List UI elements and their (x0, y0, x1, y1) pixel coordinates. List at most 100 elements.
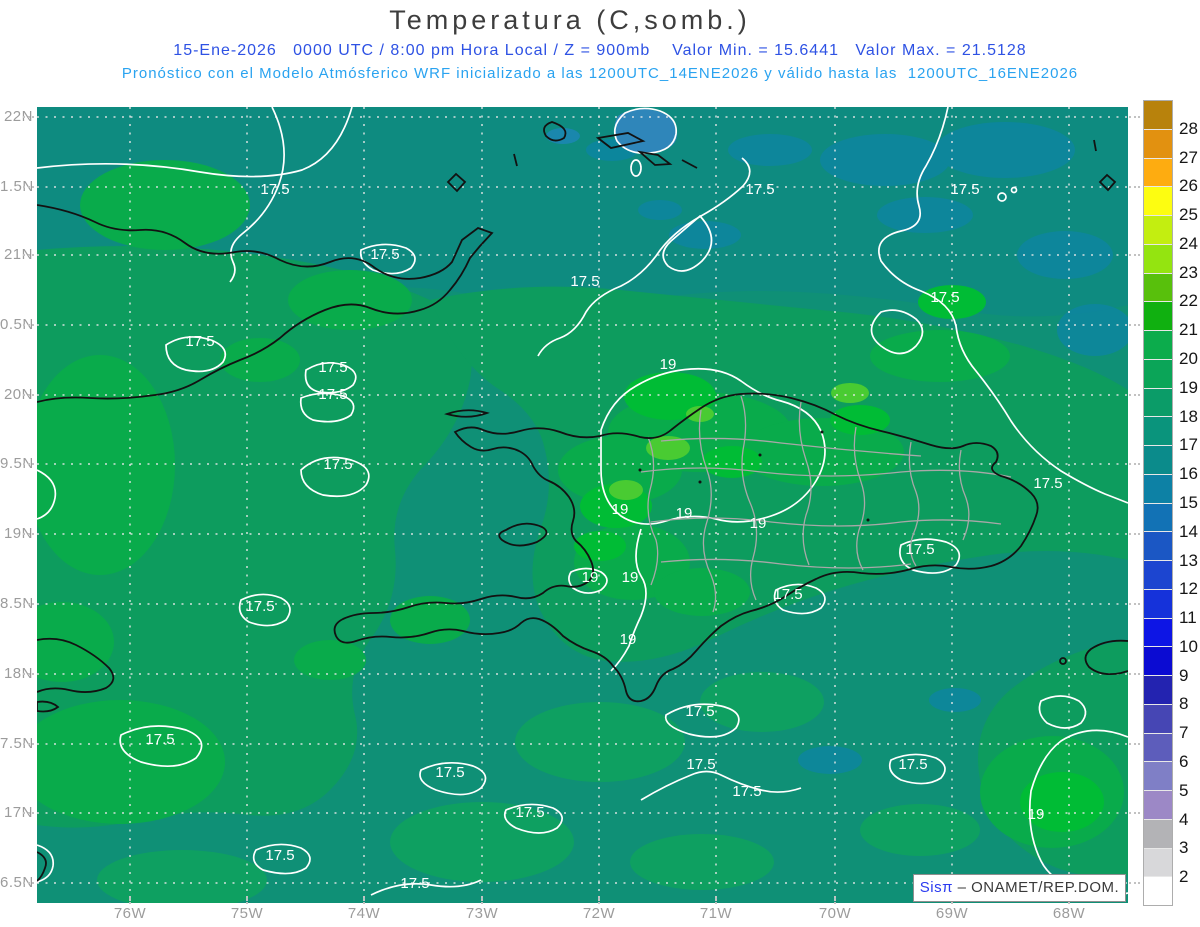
contour-value-label: 17.5 (242, 598, 278, 615)
colorbar-tick-label: 12 (1179, 579, 1198, 599)
contour-value-label: 17.5 (142, 731, 178, 748)
lon-tick-label: 73W (460, 905, 504, 922)
contour-value-label: 17.5 (1030, 475, 1066, 492)
colorbar-segment (1144, 590, 1172, 619)
contour-value-label: 17.5 (432, 764, 468, 781)
colorbar-tick-label: 23 (1179, 263, 1198, 283)
contour-value-label: 17.5 (682, 703, 718, 720)
lon-tick-label: 69W (930, 905, 974, 922)
colorbar-tick-label: 13 (1179, 551, 1198, 571)
colorbar-tick-label: 26 (1179, 176, 1198, 196)
colorbar-segment (1144, 417, 1172, 446)
lat-tick-mark (1129, 743, 1140, 745)
colorbar-segment (1144, 647, 1172, 676)
lat-tick-mark (23, 186, 34, 188)
lon-tick-mark (363, 896, 365, 904)
contour-value-label: 17.5 (182, 333, 218, 350)
lat-tick-mark (1129, 812, 1140, 814)
colorbar-tick-label: 25 (1179, 205, 1198, 225)
colorbar-tick-label: 7 (1179, 723, 1188, 743)
contour-value-label: 17.5 (895, 756, 931, 773)
contour-value-label: 19 (612, 569, 648, 586)
weather-map-svg (0, 0, 1200, 927)
contour-value-label: 17.5 (729, 783, 765, 800)
lat-tick-mark (23, 463, 34, 465)
lat-tick-mark (23, 394, 34, 396)
colorbar-segment (1144, 274, 1172, 303)
contour-value-label: 17.5 (742, 181, 778, 198)
lon-tick-label: 76W (108, 905, 152, 922)
contour-value-label: 17.5 (367, 246, 403, 263)
colorbar-tick-label: 11 (1179, 608, 1197, 628)
page-root: Temperatura (C,somb.) 15-Ene-2026 0000 U… (0, 0, 1200, 927)
lat-tick-mark (23, 603, 34, 605)
colorbar-tick-label: 9 (1179, 666, 1188, 686)
lat-tick-mark (23, 673, 34, 675)
lat-tick-mark (1129, 603, 1140, 605)
colorbar-tick-label: 17 (1179, 435, 1198, 455)
contour-value-label: 19 (650, 356, 686, 373)
colorbar-tick-label: 14 (1179, 522, 1198, 542)
lat-tick-mark (1129, 186, 1140, 188)
lon-tick-label: 75W (225, 905, 269, 922)
colorbar-segment (1144, 504, 1172, 533)
colorbar-tick-label: 4 (1179, 810, 1188, 830)
contour-value-label: 17.5 (770, 586, 806, 603)
colorbar-segment (1144, 619, 1172, 648)
lon-tick-mark (598, 896, 600, 904)
lat-tick-mark (1129, 882, 1140, 884)
colorbar-segment (1144, 360, 1172, 389)
contour-value-label: 17.5 (683, 756, 719, 773)
contour-value-label: 19 (740, 515, 776, 532)
colorbar-segment (1144, 676, 1172, 705)
colorbar-tick-label: 18 (1179, 407, 1198, 427)
colorbar-segment (1144, 849, 1172, 878)
lon-tick-label: 72W (577, 905, 621, 922)
contour-value-label: 17.5 (315, 359, 351, 376)
lat-tick-mark (1129, 116, 1140, 118)
colorbar-tick-label: 27 (1179, 148, 1198, 168)
colorbar-tick-label: 8 (1179, 694, 1188, 714)
colorbar-tick-label: 24 (1179, 234, 1198, 254)
lat-tick-mark (1129, 673, 1140, 675)
contour-value-label: 19 (666, 505, 702, 522)
contour-value-label: 17.5 (315, 386, 351, 403)
colorbar-tick-label: 6 (1179, 752, 1188, 772)
lat-tick-mark (23, 324, 34, 326)
contour-value-label: 17.5 (947, 181, 983, 198)
contour-value-label: 17.5 (902, 541, 938, 558)
colorbar-segment (1144, 561, 1172, 590)
lat-tick-mark (23, 116, 34, 118)
colorbar-segment (1144, 331, 1172, 360)
colorbar-tick-label: 10 (1179, 637, 1198, 657)
contour-value-label: 19 (610, 631, 646, 648)
contour-value-label: 17.5 (320, 456, 356, 473)
lat-tick-mark (1129, 533, 1140, 535)
contour-value-label: 17.5 (397, 875, 433, 892)
colorbar-segment (1144, 302, 1172, 331)
lon-tick-mark (834, 896, 836, 904)
contour-value-label: 19 (572, 569, 608, 586)
colorbar-segment (1144, 791, 1172, 820)
lon-tick-label: 74W (342, 905, 386, 922)
contour-value-label: 17.5 (567, 273, 603, 290)
colorbar-tick-label: 2 (1179, 867, 1188, 887)
colorbar-segment (1144, 216, 1172, 245)
colorbar-tick-label: 22 (1179, 291, 1198, 311)
lon-tick-mark (715, 896, 717, 904)
contour-value-label: 19 (1018, 806, 1054, 823)
colorbar-tick-label: 5 (1179, 781, 1188, 801)
lat-tick-mark (1129, 324, 1140, 326)
colorbar-segment (1144, 475, 1172, 504)
credit-org: – ONAMET/REP.DOM. (953, 879, 1119, 896)
lat-tick-mark (1129, 463, 1140, 465)
colorbar-tick-label: 20 (1179, 349, 1198, 369)
colorbar-segment (1144, 187, 1172, 216)
colorbar-segment (1144, 159, 1172, 188)
lon-tick-label: 70W (813, 905, 857, 922)
colorbar-segment (1144, 389, 1172, 418)
contour-value-label: 19 (602, 501, 638, 518)
colorbar-tick-label: 16 (1179, 464, 1198, 484)
lat-tick-mark (23, 743, 34, 745)
lat-tick-mark (23, 533, 34, 535)
